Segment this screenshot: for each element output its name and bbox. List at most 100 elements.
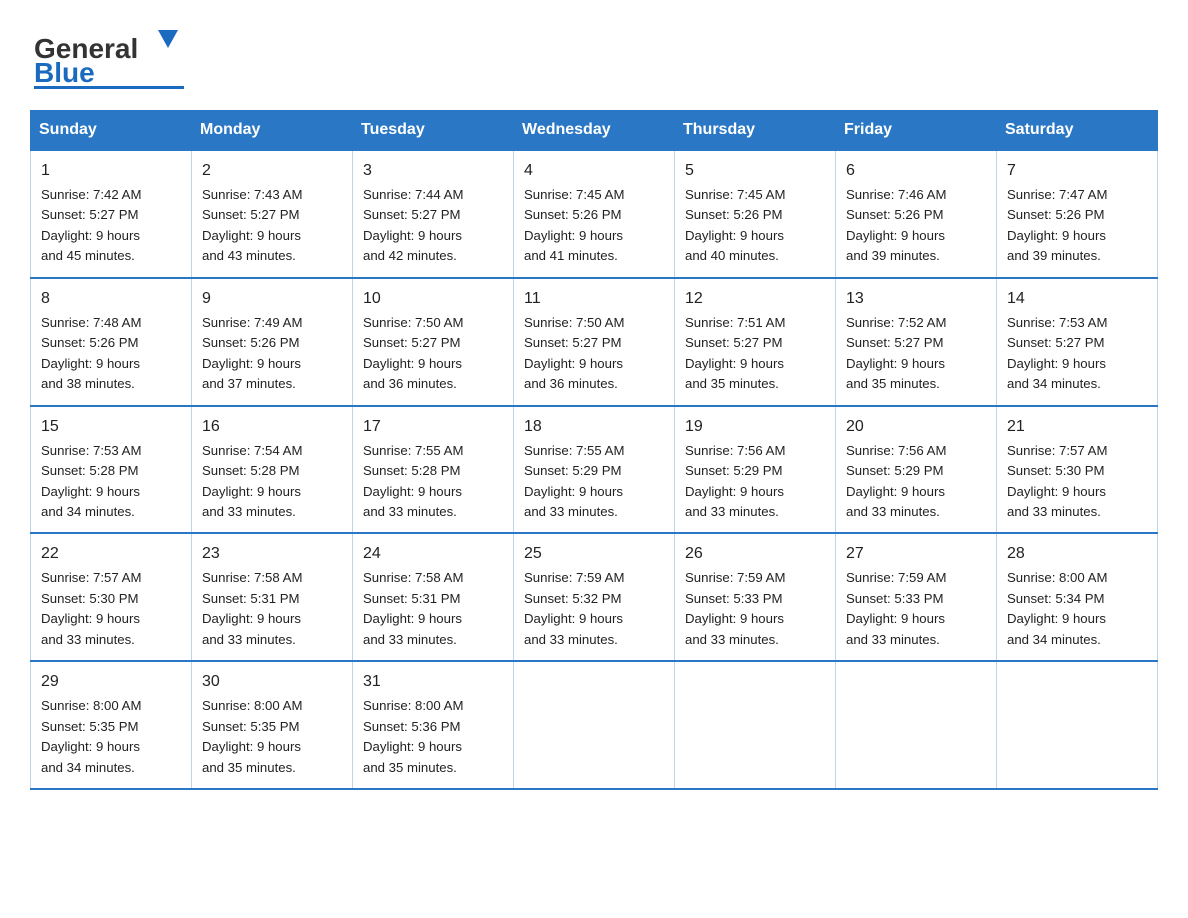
calendar-cell xyxy=(997,661,1158,789)
day-info: Sunrise: 7:57 AMSunset: 5:30 PMDaylight:… xyxy=(41,570,141,646)
col-header-saturday: Saturday xyxy=(997,111,1158,151)
calendar-cell: 29Sunrise: 8:00 AMSunset: 5:35 PMDayligh… xyxy=(31,661,192,789)
col-header-friday: Friday xyxy=(836,111,997,151)
calendar-cell: 9 Sunrise: 7:49 AMSunset: 5:26 PMDaylight… xyxy=(192,278,353,406)
calendar-cell: 28 Sunrise: 8:00 AMSunset: 5:34 PMDayligh… xyxy=(997,533,1158,661)
calendar-cell: 10 Sunrise: 7:50 AMSunset: 5:27 PMDayligh… xyxy=(353,278,514,406)
day-number: 19 xyxy=(685,415,825,439)
day-info: Sunrise: 7:42 AMSunset: 5:27 PMDaylight:… xyxy=(41,187,141,263)
calendar-cell: 16Sunrise: 7:54 AMSunset: 5:28 PMDayligh… xyxy=(192,406,353,534)
day-number: 15 xyxy=(41,415,181,439)
day-number: 22 xyxy=(41,542,181,566)
calendar-cell: 21 Sunrise: 7:57 AMSunset: 5:30 PMDayligh… xyxy=(997,406,1158,534)
calendar-cell: 1Sunrise: 7:42 AMSunset: 5:27 PMDaylight… xyxy=(31,150,192,278)
day-info: Sunrise: 7:47 AMSunset: 5:26 PMDaylight:… xyxy=(1007,187,1107,263)
calendar-cell xyxy=(675,661,836,789)
calendar-cell: 7 Sunrise: 7:47 AMSunset: 5:26 PMDaylight… xyxy=(997,150,1158,278)
day-number: 31 xyxy=(363,670,503,694)
day-info: Sunrise: 7:48 AMSunset: 5:26 PMDaylight:… xyxy=(41,315,141,391)
day-info: Sunrise: 8:00 AMSunset: 5:36 PMDaylight:… xyxy=(363,698,463,774)
day-number: 2 xyxy=(202,159,342,183)
day-number: 27 xyxy=(846,542,986,566)
calendar-cell: 30Sunrise: 8:00 AMSunset: 5:35 PMDayligh… xyxy=(192,661,353,789)
day-number: 3 xyxy=(363,159,503,183)
day-info: Sunrise: 7:46 AMSunset: 5:26 PMDaylight:… xyxy=(846,187,946,263)
day-number: 14 xyxy=(1007,287,1147,311)
day-info: Sunrise: 7:53 AMSunset: 5:28 PMDaylight:… xyxy=(41,443,141,519)
day-number: 10 xyxy=(363,287,503,311)
calendar-cell: 2 Sunrise: 7:43 AMSunset: 5:27 PMDaylight… xyxy=(192,150,353,278)
calendar-cell: 11 Sunrise: 7:50 AMSunset: 5:27 PMDayligh… xyxy=(514,278,675,406)
day-info: Sunrise: 7:59 AMSunset: 5:32 PMDaylight:… xyxy=(524,570,624,646)
calendar-cell: 24 Sunrise: 7:58 AMSunset: 5:31 PMDayligh… xyxy=(353,533,514,661)
calendar-cell: 5 Sunrise: 7:45 AMSunset: 5:26 PMDaylight… xyxy=(675,150,836,278)
day-number: 26 xyxy=(685,542,825,566)
calendar-cell: 20 Sunrise: 7:56 AMSunset: 5:29 PMDayligh… xyxy=(836,406,997,534)
calendar-week-row: 15 Sunrise: 7:53 AMSunset: 5:28 PMDayligh… xyxy=(31,406,1158,534)
day-info: Sunrise: 7:45 AMSunset: 5:26 PMDaylight:… xyxy=(685,187,785,263)
day-number: 17 xyxy=(363,415,503,439)
day-info: Sunrise: 7:49 AMSunset: 5:26 PMDaylight:… xyxy=(202,315,302,391)
day-number: 12 xyxy=(685,287,825,311)
col-header-tuesday: Tuesday xyxy=(353,111,514,151)
day-info: Sunrise: 7:51 AMSunset: 5:27 PMDaylight:… xyxy=(685,315,785,391)
calendar-cell: 4Sunrise: 7:45 AMSunset: 5:26 PMDaylight… xyxy=(514,150,675,278)
calendar-table: SundayMondayTuesdayWednesdayThursdayFrid… xyxy=(30,110,1158,790)
logo: General Blue xyxy=(30,20,190,90)
day-number: 25 xyxy=(524,542,664,566)
day-info: Sunrise: 7:58 AMSunset: 5:31 PMDaylight:… xyxy=(363,570,463,646)
calendar-cell: 14 Sunrise: 7:53 AMSunset: 5:27 PMDayligh… xyxy=(997,278,1158,406)
calendar-cell: 8 Sunrise: 7:48 AMSunset: 5:26 PMDaylight… xyxy=(31,278,192,406)
day-number: 21 xyxy=(1007,415,1147,439)
calendar-cell xyxy=(514,661,675,789)
calendar-cell: 25 Sunrise: 7:59 AMSunset: 5:32 PMDayligh… xyxy=(514,533,675,661)
calendar-week-row: 22 Sunrise: 7:57 AMSunset: 5:30 PMDayligh… xyxy=(31,533,1158,661)
day-number: 29 xyxy=(41,670,181,694)
calendar-cell: 12 Sunrise: 7:51 AMSunset: 5:27 PMDayligh… xyxy=(675,278,836,406)
day-info: Sunrise: 7:57 AMSunset: 5:30 PMDaylight:… xyxy=(1007,443,1107,519)
day-number: 8 xyxy=(41,287,181,311)
day-number: 18 xyxy=(524,415,664,439)
calendar-cell: 23 Sunrise: 7:58 AMSunset: 5:31 PMDayligh… xyxy=(192,533,353,661)
day-number: 4 xyxy=(524,159,664,183)
day-number: 23 xyxy=(202,542,342,566)
day-number: 20 xyxy=(846,415,986,439)
col-header-wednesday: Wednesday xyxy=(514,111,675,151)
day-number: 11 xyxy=(524,287,664,311)
logo-svg: General Blue xyxy=(30,20,190,90)
day-info: Sunrise: 8:00 AMSunset: 5:34 PMDaylight:… xyxy=(1007,570,1107,646)
calendar-cell: 17 Sunrise: 7:55 AMSunset: 5:28 PMDayligh… xyxy=(353,406,514,534)
calendar-cell: 31 Sunrise: 8:00 AMSunset: 5:36 PMDayligh… xyxy=(353,661,514,789)
day-info: Sunrise: 7:58 AMSunset: 5:31 PMDaylight:… xyxy=(202,570,302,646)
day-info: Sunrise: 7:53 AMSunset: 5:27 PMDaylight:… xyxy=(1007,315,1107,391)
calendar-cell: 18 Sunrise: 7:55 AMSunset: 5:29 PMDayligh… xyxy=(514,406,675,534)
day-number: 9 xyxy=(202,287,342,311)
day-info: Sunrise: 7:56 AMSunset: 5:29 PMDaylight:… xyxy=(846,443,946,519)
calendar-cell: 13Sunrise: 7:52 AMSunset: 5:27 PMDayligh… xyxy=(836,278,997,406)
col-header-thursday: Thursday xyxy=(675,111,836,151)
day-info: Sunrise: 7:44 AMSunset: 5:27 PMDaylight:… xyxy=(363,187,463,263)
day-number: 13 xyxy=(846,287,986,311)
day-number: 7 xyxy=(1007,159,1147,183)
calendar-cell: 15 Sunrise: 7:53 AMSunset: 5:28 PMDayligh… xyxy=(31,406,192,534)
calendar-cell: 27Sunrise: 7:59 AMSunset: 5:33 PMDayligh… xyxy=(836,533,997,661)
day-number: 24 xyxy=(363,542,503,566)
day-info: Sunrise: 7:55 AMSunset: 5:29 PMDaylight:… xyxy=(524,443,624,519)
day-info: Sunrise: 7:43 AMSunset: 5:27 PMDaylight:… xyxy=(202,187,302,263)
day-info: Sunrise: 7:55 AMSunset: 5:28 PMDaylight:… xyxy=(363,443,463,519)
day-info: Sunrise: 7:59 AMSunset: 5:33 PMDaylight:… xyxy=(685,570,785,646)
day-number: 6 xyxy=(846,159,986,183)
day-info: Sunrise: 7:56 AMSunset: 5:29 PMDaylight:… xyxy=(685,443,785,519)
day-info: Sunrise: 7:50 AMSunset: 5:27 PMDaylight:… xyxy=(524,315,624,391)
day-info: Sunrise: 7:54 AMSunset: 5:28 PMDaylight:… xyxy=(202,443,302,519)
page-header: General Blue xyxy=(30,20,1158,90)
svg-text:Blue: Blue xyxy=(34,57,95,88)
calendar-cell: 19 Sunrise: 7:56 AMSunset: 5:29 PMDayligh… xyxy=(675,406,836,534)
calendar-week-row: 8 Sunrise: 7:48 AMSunset: 5:26 PMDaylight… xyxy=(31,278,1158,406)
day-info: Sunrise: 8:00 AMSunset: 5:35 PMDaylight:… xyxy=(202,698,302,774)
day-number: 5 xyxy=(685,159,825,183)
calendar-cell: 26 Sunrise: 7:59 AMSunset: 5:33 PMDayligh… xyxy=(675,533,836,661)
day-info: Sunrise: 7:50 AMSunset: 5:27 PMDaylight:… xyxy=(363,315,463,391)
day-number: 28 xyxy=(1007,542,1147,566)
calendar-week-row: 1Sunrise: 7:42 AMSunset: 5:27 PMDaylight… xyxy=(31,150,1158,278)
